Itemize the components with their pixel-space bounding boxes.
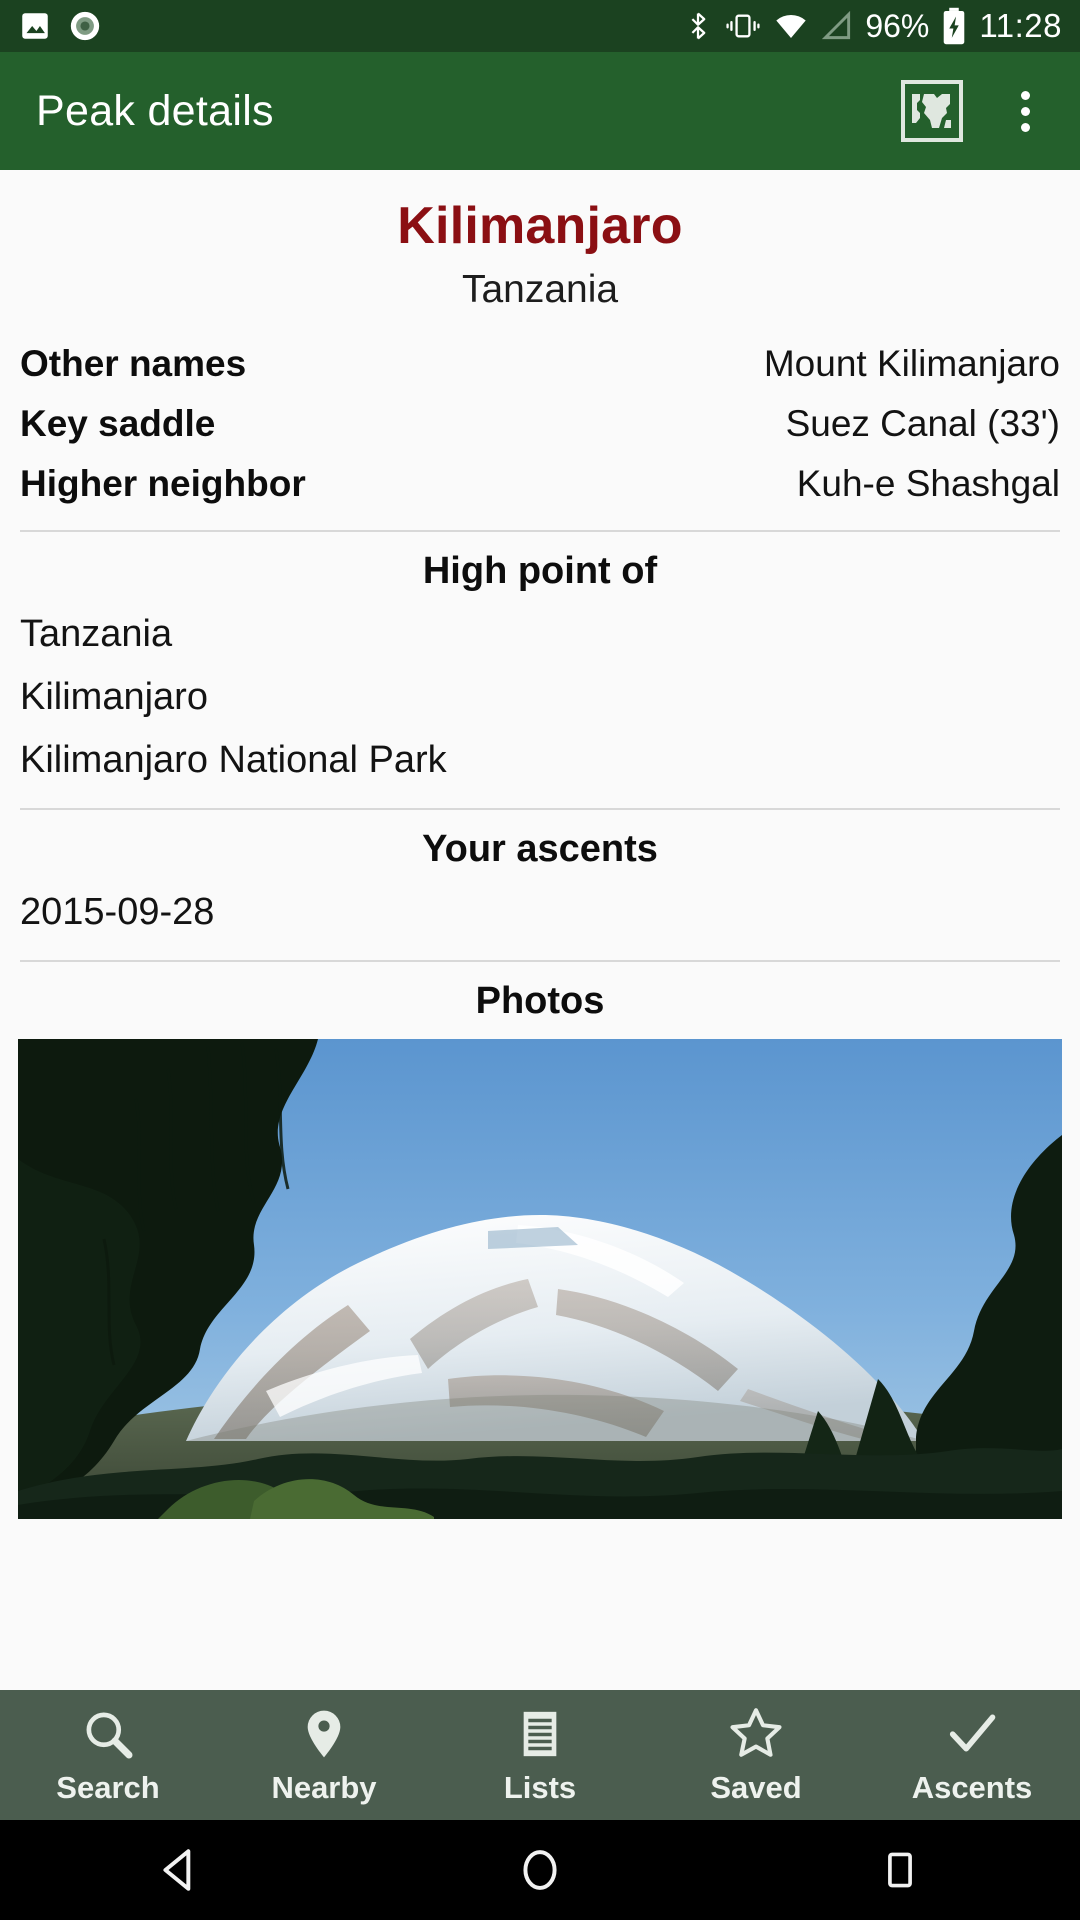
clock-label: 11:28 bbox=[979, 7, 1062, 44]
photos-title: Photos bbox=[475, 980, 605, 1022]
battery-charging-icon bbox=[941, 7, 967, 45]
recents-square-icon[interactable] bbox=[800, 1845, 1000, 1895]
detail-key: Higher neighbor bbox=[20, 463, 306, 504]
peak-photo[interactable] bbox=[18, 1039, 1062, 1519]
image-icon bbox=[18, 9, 52, 43]
peak-country: Tanzania bbox=[461, 268, 619, 311]
app-bar-actions bbox=[901, 80, 1044, 142]
nav-item-saved[interactable]: Saved bbox=[648, 1704, 864, 1806]
back-triangle-icon[interactable] bbox=[80, 1845, 280, 1895]
list-item[interactable]: Tanzania bbox=[0, 603, 1080, 666]
status-bar: 96% 11:28 bbox=[0, 0, 1080, 52]
page-title: Peak details bbox=[36, 86, 274, 135]
nav-item-ascents[interactable]: Ascents bbox=[864, 1704, 1080, 1806]
detail-key: Key saddle bbox=[20, 403, 216, 444]
nav-label: Ascents bbox=[911, 1770, 1033, 1805]
bluetooth-icon bbox=[683, 9, 713, 43]
detail-key: Other names bbox=[20, 343, 247, 384]
peak-photo-image bbox=[18, 1039, 1062, 1519]
status-bar-right-icons: 96% 11:28 bbox=[683, 7, 1062, 45]
list-icon bbox=[512, 1704, 568, 1762]
table-row: Higher neighbor Kuh-e Shashgal bbox=[20, 454, 1060, 514]
phone-screen: 96% 11:28 Peak details Kilimanjaro Tanza… bbox=[0, 0, 1080, 1920]
status-bar-left-icons bbox=[18, 9, 102, 43]
android-navigation-bar bbox=[0, 1820, 1080, 1920]
check-icon bbox=[943, 1704, 1001, 1762]
your-ascents-title: Your ascents bbox=[422, 828, 658, 870]
home-circle-icon[interactable] bbox=[440, 1845, 640, 1895]
list-item[interactable]: 2015-09-28 bbox=[0, 881, 1080, 944]
high-point-of-title: High point of bbox=[422, 550, 658, 592]
screen-record-icon bbox=[68, 9, 102, 43]
nav-label: Search bbox=[56, 1770, 160, 1805]
more-vertical-icon[interactable] bbox=[1007, 85, 1044, 138]
detail-value[interactable]: Kuh-e Shashgal bbox=[797, 463, 1060, 505]
nav-item-nearby[interactable]: Nearby bbox=[216, 1704, 432, 1806]
table-row: Key saddle Suez Canal (33') bbox=[20, 394, 1060, 454]
search-icon bbox=[80, 1704, 136, 1762]
signal-icon bbox=[821, 11, 853, 41]
peak-detail-table: Other names Mount Kilimanjaro Key saddle… bbox=[0, 312, 1080, 514]
bottom-navigation: Search Nearby Lists Saved Ascents bbox=[0, 1690, 1080, 1820]
battery-percent-label: 96% bbox=[865, 7, 930, 44]
vibrate-icon bbox=[725, 10, 761, 42]
location-pin-icon bbox=[296, 1704, 352, 1762]
peak-name: Kilimanjaro bbox=[397, 197, 683, 255]
app-bar: Peak details bbox=[0, 52, 1080, 170]
table-row: Other names Mount Kilimanjaro bbox=[20, 334, 1060, 394]
nav-label: Nearby bbox=[271, 1770, 377, 1805]
wifi-icon bbox=[773, 11, 809, 41]
detail-value[interactable]: Suez Canal (33') bbox=[786, 403, 1060, 445]
peak-details-scroll[interactable]: Kilimanjaro Tanzania Other names Mount K… bbox=[0, 170, 1080, 1820]
detail-value: Mount Kilimanjaro bbox=[763, 343, 1060, 384]
photo-gallery bbox=[0, 1033, 1080, 1519]
star-outline-icon bbox=[727, 1704, 785, 1762]
list-item[interactable]: Kilimanjaro National Park bbox=[0, 729, 1080, 792]
nav-label: Saved bbox=[710, 1770, 802, 1805]
list-item[interactable]: Kilimanjaro bbox=[0, 666, 1080, 729]
nav-label: Lists bbox=[503, 1770, 577, 1805]
nav-item-lists[interactable]: Lists bbox=[432, 1704, 648, 1806]
nav-item-search[interactable]: Search bbox=[0, 1704, 216, 1806]
world-map-icon[interactable] bbox=[901, 80, 963, 142]
